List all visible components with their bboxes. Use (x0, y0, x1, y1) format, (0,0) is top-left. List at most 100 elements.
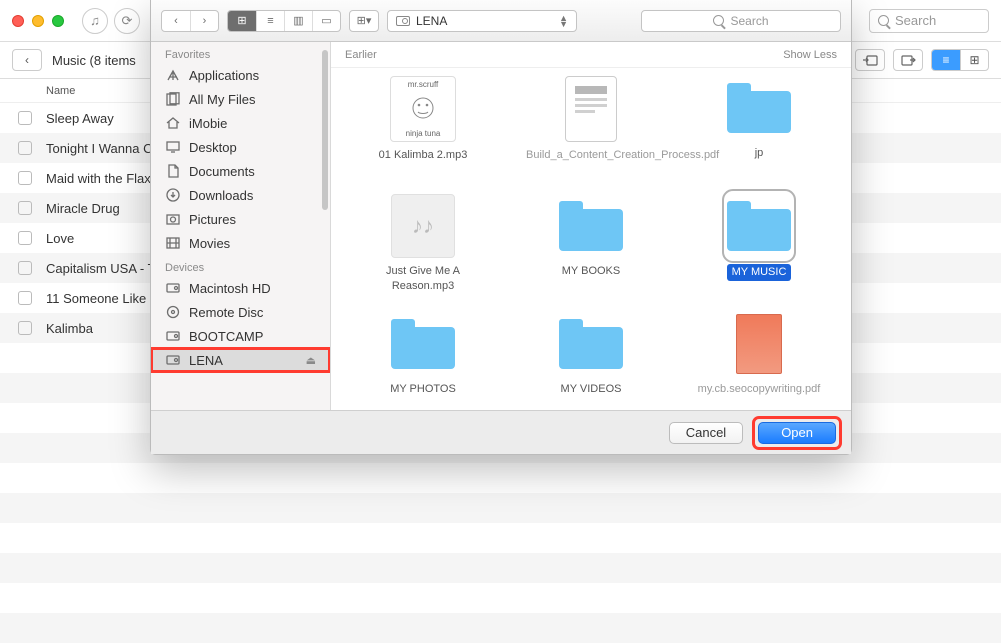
history-nav: ‹ › (161, 10, 219, 32)
sidebar-scrollbar[interactable] (322, 50, 328, 210)
folder-icon (727, 76, 791, 140)
file-label: jp (755, 146, 764, 161)
arrange-button[interactable]: ⊞▾ (349, 10, 379, 32)
file-item[interactable]: ♪♪Just Give Me A Reason.mp3 (339, 192, 507, 310)
nav-forward-button[interactable]: › (190, 11, 218, 31)
file-item[interactable]: MY PHOTOS (339, 310, 507, 410)
image-file-icon: mr.scruffninja tuna (390, 76, 456, 142)
location-label: LENA (416, 14, 447, 28)
view-mode-segment: ⊞ ≡ ▥ ▭ (227, 10, 341, 32)
row-checkbox[interactable] (18, 321, 32, 335)
column-name[interactable]: Name (46, 85, 75, 97)
sidebar-item-all-my-files[interactable]: All My Files (151, 87, 330, 111)
view-mode-segment[interactable]: ≡ ⊞ (931, 49, 989, 71)
export-button[interactable] (893, 49, 923, 71)
import-button[interactable] (855, 49, 885, 71)
dialog-content: Earlier Show Less mr.scruffninja tuna 01 … (331, 42, 851, 410)
file-item[interactable]: Build_a_Content_Creation_Process.pdf (507, 74, 675, 192)
sidebar-item-label: Documents (189, 164, 255, 179)
row-checkbox[interactable] (18, 291, 32, 305)
home-icon (165, 116, 181, 130)
movies-icon (165, 236, 181, 250)
sidebar-item-label: Applications (189, 68, 259, 83)
sidebar-item-documents[interactable]: Documents (151, 159, 330, 183)
sidebar-item-downloads[interactable]: Downloads (151, 183, 330, 207)
file-label: 01 Kalimba 2.mp3 (379, 148, 468, 163)
folder-icon (391, 312, 455, 376)
show-less-button[interactable]: Show Less (783, 49, 837, 61)
content-section-header: Earlier Show Less (331, 42, 851, 68)
row-checkbox[interactable] (18, 261, 32, 275)
dialog-search-input[interactable]: Search (641, 10, 841, 32)
location-popup[interactable]: LENA ▲▼ (387, 10, 577, 32)
row-checkbox[interactable] (18, 111, 32, 125)
sidebar-item-lena[interactable]: LENA ⏏ (151, 348, 330, 372)
sidebar-item-applications[interactable]: Applications (151, 63, 330, 87)
file-open-dialog: ‹ › ⊞ ≡ ▥ ▭ ⊞▾ LENA ▲▼ Search Favorites … (150, 0, 852, 455)
file-label: MY BOOKS (562, 264, 620, 279)
sidebar-item-label: Pictures (189, 212, 236, 227)
eject-icon[interactable]: ⏏ (306, 354, 316, 367)
row-checkbox[interactable] (18, 171, 32, 185)
file-item[interactable]: mr.scruffninja tuna 01 Kalimba 2.mp3 (339, 74, 507, 192)
back-button[interactable]: ‹ (12, 49, 42, 71)
music-note-icon[interactable]: ♫ (82, 8, 108, 34)
open-highlight: Open (755, 419, 839, 447)
list-view-button[interactable]: ≡ (256, 11, 284, 31)
sidebar-item-movies[interactable]: Movies (151, 231, 330, 255)
search-placeholder: Search (895, 13, 936, 28)
row-checkbox[interactable] (18, 231, 32, 245)
folder-icon (559, 194, 623, 258)
file-item[interactable]: MY BOOKS (507, 192, 675, 310)
column-view-button[interactable]: ▥ (284, 11, 312, 31)
file-grid: mr.scruffninja tuna 01 Kalimba 2.mp3 Build… (331, 68, 851, 410)
row-checkbox[interactable] (18, 201, 32, 215)
sidebar-item-label: LENA (189, 353, 223, 368)
sidebar-item-bootcamp[interactable]: BOOTCAMP (151, 324, 330, 348)
downloads-icon (165, 188, 181, 202)
pdf-file-icon (727, 312, 791, 376)
sidebar-item-pictures[interactable]: Pictures (151, 207, 330, 231)
dialog-toolbar: ‹ › ⊞ ≡ ▥ ▭ ⊞▾ LENA ▲▼ Search (151, 0, 851, 42)
search-icon (713, 15, 724, 26)
folder-icon (559, 312, 623, 376)
open-button[interactable]: Open (758, 422, 836, 444)
dialog-sidebar: Favorites Applications All My Files iMobie… (151, 42, 331, 410)
close-window-button[interactable] (12, 15, 24, 27)
sidebar-section-favorites: Favorites (151, 42, 330, 63)
sidebar-item-macintosh-hd[interactable]: Macintosh HD (151, 276, 330, 300)
file-item[interactable]: MY VIDEOS (507, 310, 675, 410)
coverflow-view-button[interactable]: ▭ (312, 11, 340, 31)
file-label: MY PHOTOS (390, 382, 456, 397)
refresh-icon[interactable]: ⟳ (114, 8, 140, 34)
sidebar-item-desktop[interactable]: Desktop (151, 135, 330, 159)
file-label: Build_a_Content_Creation_Process.pdf (526, 148, 656, 163)
icon-view-button[interactable]: ⊞ (228, 11, 256, 31)
grid-view-button[interactable]: ⊞ (960, 50, 988, 70)
sidebar-item-label: Movies (189, 236, 230, 251)
list-view-button[interactable]: ≡ (932, 50, 960, 70)
file-label: my.cb.seocopywriting.pdf (698, 382, 821, 397)
search-placeholder: Search (730, 14, 768, 28)
disk-icon (165, 281, 181, 295)
sidebar-item-imobie[interactable]: iMobie (151, 111, 330, 135)
allfiles-icon (165, 92, 181, 106)
row-checkbox[interactable] (18, 141, 32, 155)
disk-icon (165, 353, 181, 367)
search-icon (878, 15, 889, 26)
file-item[interactable]: my.cb.seocopywriting.pdf (675, 310, 843, 410)
nav-back-button[interactable]: ‹ (162, 11, 190, 31)
pictures-icon (165, 212, 181, 226)
file-item[interactable]: MY MUSIC (675, 192, 843, 310)
cancel-button[interactable]: Cancel (669, 422, 743, 444)
minimize-window-button[interactable] (32, 15, 44, 27)
sidebar-item-label: iMobie (189, 116, 227, 131)
breadcrumb: Music (8 items (52, 53, 136, 68)
dialog-footer: Cancel Open (151, 410, 851, 454)
sidebar-item-remote-disc[interactable]: Remote Disc (151, 300, 330, 324)
sidebar-item-label: BOOTCAMP (189, 329, 263, 344)
main-search-input[interactable]: Search (869, 9, 989, 33)
file-item[interactable]: jp (675, 74, 843, 192)
zoom-window-button[interactable] (52, 15, 64, 27)
sidebar-item-label: Remote Disc (189, 305, 263, 320)
